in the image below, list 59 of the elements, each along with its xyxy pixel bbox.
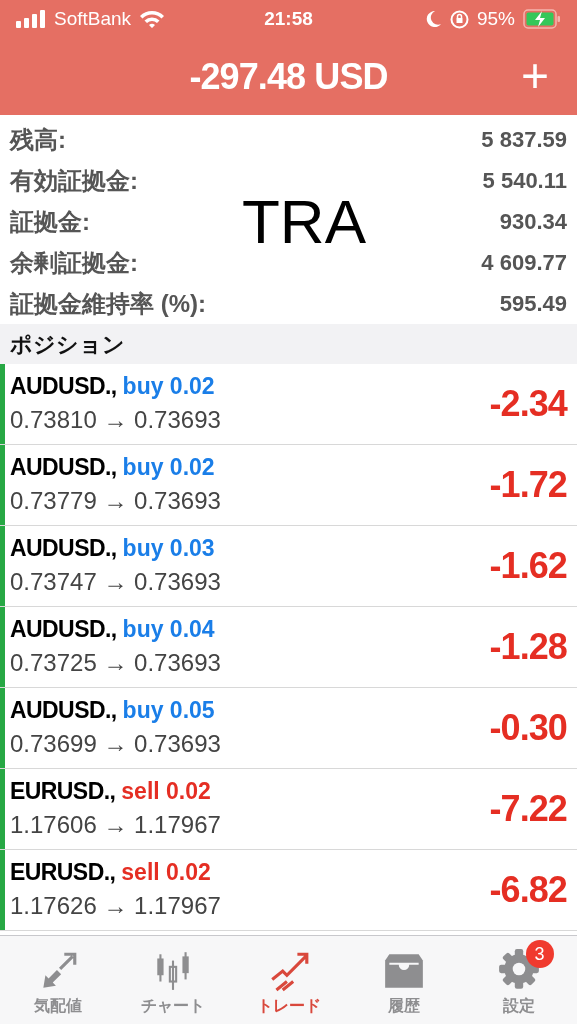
position-row[interactable]: AUDUSD., buy 0.04 0.73725 → 0.73693 -1.28 <box>0 607 577 688</box>
position-row[interactable]: AUDUSD., buy 0.05 0.73699 → 0.73693 -0.30 <box>0 688 577 769</box>
order-label: sell 0.02 <box>121 858 211 887</box>
summary-label: 余剰証拠金: <box>10 247 138 278</box>
profit-value: -1.28 <box>489 625 567 669</box>
summary-value: 5 837.59 <box>481 126 567 154</box>
order-label: buy 0.03 <box>122 534 215 563</box>
price-change: 0.73810 → 0.73693 <box>10 406 221 433</box>
tab[interactable]: 設定 3 <box>461 936 577 1024</box>
price-change: 0.73747 → 0.73693 <box>10 568 221 595</box>
position-row[interactable]: AUDUSD., buy 0.03 0.73747 → 0.73693 -1.62 <box>0 526 577 607</box>
notification-badge: 3 <box>525 940 554 968</box>
symbol-label: AUDUSD., <box>10 372 117 401</box>
symbol-label: AUDUSD., <box>10 615 117 644</box>
signal-icon <box>16 10 46 28</box>
summary-value: 5 540.11 <box>482 167 567 195</box>
tab[interactable]: トレード <box>230 936 347 1024</box>
order-label: buy 0.05 <box>122 696 215 725</box>
summary-label: 残高: <box>10 124 66 155</box>
order-label: buy 0.02 <box>122 372 215 401</box>
position-row[interactable]: EURUSD., sell 0.02 1.17626 → 1.17967 -6.82 <box>0 850 577 931</box>
section-header: ポジション <box>10 330 125 359</box>
battery-percent: 95% <box>476 6 515 31</box>
wifi-icon <box>139 10 166 28</box>
position-row[interactable]: EURUSD., sell 0.02 1.17606 → 1.17967 -7.22 <box>0 769 577 850</box>
summary-label: 証拠金維持率 (%): <box>10 288 206 319</box>
rotation-lock-icon <box>449 9 469 29</box>
summary-value: 4 609.77 <box>481 249 567 277</box>
price-change: 0.73725 → 0.73693 <box>10 649 221 676</box>
price-change: 0.73699 → 0.73693 <box>10 730 221 757</box>
position-row[interactable]: AUDUSD., buy 0.02 0.73810 → 0.73693 -2.34 <box>0 364 577 445</box>
symbol-label: EURUSD., <box>10 777 116 806</box>
price-change: 1.17606 → 1.17967 <box>10 811 221 838</box>
profit-value: -1.62 <box>489 544 567 588</box>
summary-value: 930.34 <box>499 208 567 236</box>
profit-value: -0.30 <box>489 706 567 750</box>
position-row[interactable]: AUDUSD., buy 0.02 0.73779 → 0.73693 -1.72 <box>0 445 577 526</box>
profit-value: -1.72 <box>489 463 567 507</box>
carrier-name: SoftBank <box>54 6 132 31</box>
price-change: 1.17626 → 1.17967 <box>10 892 221 919</box>
symbol-label: AUDUSD., <box>10 696 117 725</box>
overlay-text: TRA <box>242 187 366 257</box>
moon-icon <box>425 10 442 28</box>
order-label: buy 0.02 <box>122 453 215 482</box>
order-label: buy 0.04 <box>122 615 215 644</box>
price-change: 0.73779 → 0.73693 <box>10 487 221 514</box>
summary-value: 595.49 <box>499 290 567 318</box>
profit-value: -6.82 <box>489 868 567 912</box>
equity-title: -297.48 USD <box>189 55 388 97</box>
order-label: sell 0.02 <box>121 777 211 806</box>
symbol-label: AUDUSD., <box>10 453 117 482</box>
status-time: 21:58 <box>264 7 313 29</box>
summary-label: 有効証拠金: <box>10 165 138 196</box>
symbol-label: EURUSD., <box>10 858 116 887</box>
profit-value: -7.22 <box>489 787 567 831</box>
symbol-label: AUDUSD., <box>10 534 117 563</box>
summary-label: 証拠金: <box>10 206 90 237</box>
profit-value: -2.34 <box>489 382 567 426</box>
battery-charging-icon <box>523 9 561 29</box>
